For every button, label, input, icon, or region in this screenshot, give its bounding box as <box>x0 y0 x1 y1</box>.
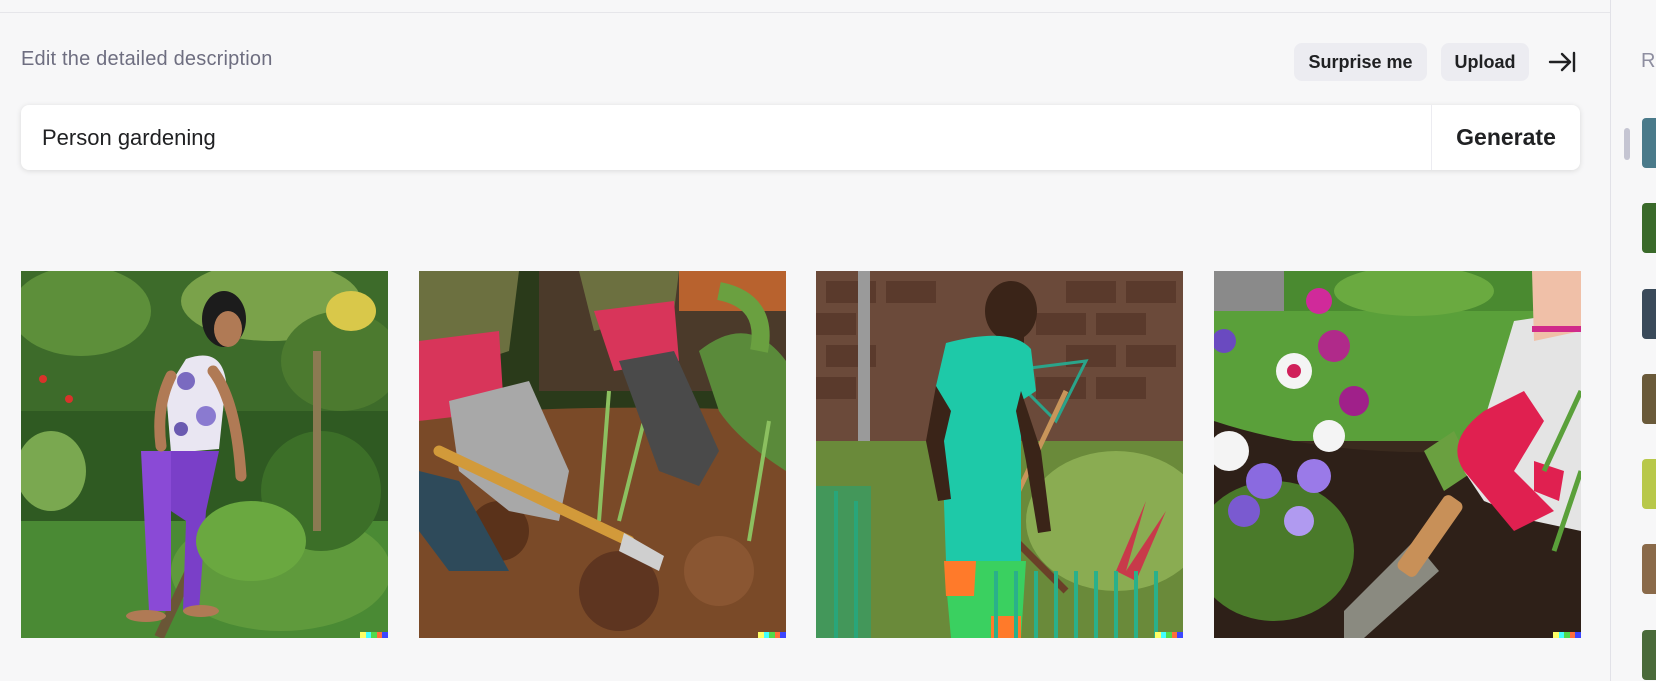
results-grid <box>21 271 1581 638</box>
hand-trowel-flowers-image <box>1214 271 1581 638</box>
main-panel: Edit the detailed description Surprise m… <box>0 0 1610 681</box>
woman-gardening-image <box>21 271 388 638</box>
history-thumbnail[interactable] <box>1642 203 1656 253</box>
prompt-bar: Generate <box>21 105 1580 170</box>
result-image-1[interactable] <box>21 271 388 638</box>
generate-button[interactable]: Generate <box>1432 105 1580 170</box>
upload-button[interactable]: Upload <box>1441 43 1529 81</box>
history-thumbnail[interactable] <box>1642 374 1656 424</box>
history-thumbnail[interactable] <box>1642 118 1656 168</box>
history-thumbnail[interactable] <box>1642 459 1656 509</box>
signature-mark <box>1553 632 1581 638</box>
sidebar-scrollbar[interactable] <box>1624 128 1630 160</box>
man-raking-garden-image <box>816 271 1183 638</box>
signature-mark <box>360 632 388 638</box>
signature-mark <box>758 632 786 638</box>
signature-mark <box>1155 632 1183 638</box>
gloved-hands-soil-image <box>419 271 786 638</box>
result-image-4[interactable] <box>1214 271 1581 638</box>
result-image-2[interactable] <box>419 271 786 638</box>
history-thumbnail[interactable] <box>1642 544 1656 594</box>
collapse-sidebar-icon <box>1548 51 1576 73</box>
history-thumbnail[interactable] <box>1642 630 1656 680</box>
history-thumbnail[interactable] <box>1642 289 1656 339</box>
prompt-input[interactable] <box>21 105 1431 170</box>
top-divider <box>0 0 1610 13</box>
surprise-me-button[interactable]: Surprise me <box>1294 43 1427 81</box>
collapse-sidebar-button[interactable] <box>1545 47 1579 77</box>
history-sidebar: R <box>1610 0 1656 681</box>
sidebar-title: R <box>1641 50 1656 72</box>
page-heading: Edit the detailed description <box>21 48 273 70</box>
result-image-3[interactable] <box>816 271 1183 638</box>
